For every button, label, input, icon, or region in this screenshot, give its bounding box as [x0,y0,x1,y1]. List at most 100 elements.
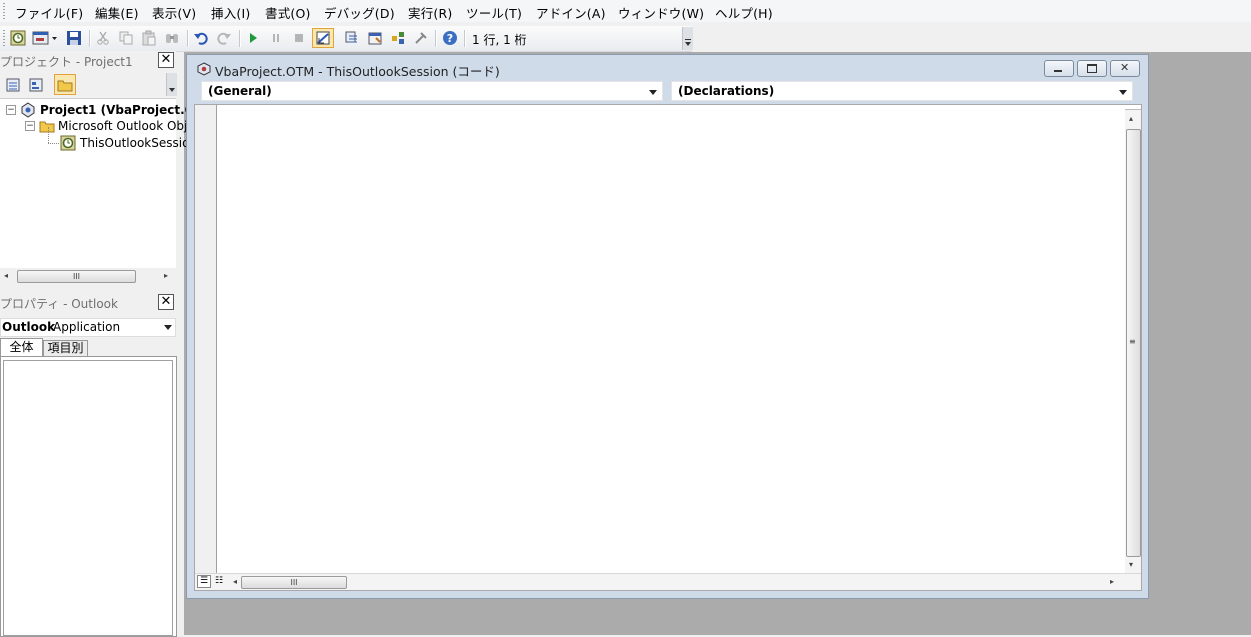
tree-connector [48,127,50,143]
properties-object-combo[interactable]: Outlook Application [0,318,176,337]
object-dropdown-value: (General) [208,84,272,98]
view-code-icon[interactable] [4,76,22,94]
run-icon[interactable] [244,29,262,47]
project-panel-toolbar [0,72,177,98]
minimize-button[interactable] [1044,60,1074,77]
code-window-icon [197,62,211,76]
scroll-left-icon[interactable]: ◂ [233,577,237,586]
object-dropdown[interactable]: (General) [201,81,663,101]
properties-panel-title: プロパティ - Outlook [0,297,118,311]
vba-project-icon [21,102,35,118]
properties-window-icon[interactable] [366,29,384,47]
project-panel-header: プロジェクト - Project1 ✕ [0,51,176,69]
folder-icon [39,121,55,133]
undo-icon[interactable] [192,29,210,47]
menu-run[interactable]: 実行(R) [408,3,452,22]
scroll-right-icon[interactable]: ▸ [1110,577,1114,586]
object-browser-icon[interactable] [389,29,407,47]
project-panel-title: プロジェクト - Project1 [0,55,133,69]
properties-grid-inner [3,360,173,636]
toolbar-separator [435,30,437,47]
tree-label: ThisOutlookSession [80,136,198,150]
toolbox-icon[interactable] [412,29,430,47]
paste-icon[interactable] [140,29,158,47]
chevron-down-icon [164,325,172,330]
margin-indicator-bar[interactable] [195,105,217,573]
menu-format[interactable]: 書式(O) [265,3,311,22]
restore-icon [1087,64,1097,73]
scroll-right-icon[interactable]: ▸ [164,271,168,280]
menu-help[interactable]: ヘルプ(H) [715,3,773,22]
close-icon[interactable]: ✕ [158,294,174,310]
tree-node-objects-folder[interactable]: − Microsoft Outlook Objects [25,119,212,133]
design-mode-icon[interactable] [312,28,334,48]
menu-debug[interactable]: デバッグ(D) [324,3,395,22]
standard-toolbar: ? 1 行, 1 桁 [0,26,693,52]
project-tree: − Project1 (VbaProject.OTM) − Microsoft … [0,98,220,269]
project-tree-hscrollbar[interactable]: ◂ III ▸ [0,268,176,284]
tree-node-thisoutlooksession[interactable]: ThisOutlookSession [60,135,197,151]
menu-window[interactable]: ウィンドウ(W) [618,3,704,22]
scroll-left-icon[interactable]: ◂ [4,271,8,280]
tree-connector [48,143,59,145]
menu-edit[interactable]: 編集(E) [95,3,139,22]
toolbar-separator [187,30,189,47]
outlook-session-icon [60,135,76,151]
cursor-position: 1 行, 1 桁 [472,33,527,47]
scroll-thumb[interactable]: III [17,270,136,283]
close-icon: ✕ [1120,61,1130,74]
toolbar-options-button[interactable] [682,27,693,50]
insert-userform-icon[interactable] [32,29,58,47]
view-object-icon[interactable] [27,76,45,94]
close-icon[interactable]: ✕ [158,52,174,68]
menu-addins[interactable]: アドイン(A) [536,3,606,22]
procedure-view-icon[interactable]: ☰ [197,575,211,588]
full-module-view-icon[interactable]: ☷ [212,575,226,588]
toolbar-separator [89,30,91,47]
object-name: Outlook [2,320,56,334]
collapse-icon[interactable]: − [25,121,35,131]
menu-file[interactable]: ファイル(F) [15,3,83,22]
break-icon[interactable] [267,29,285,47]
reset-icon[interactable] [290,29,308,47]
scroll-up-icon[interactable]: ▴ [1129,114,1133,123]
menu-view[interactable]: 表示(V) [152,3,196,22]
menu-tools[interactable]: ツール(T) [466,3,522,22]
properties-panel-header: プロパティ - Outlook ✕ [0,293,176,311]
menu-insert[interactable]: 挿入(I) [211,3,250,22]
svg-text:?: ? [447,32,453,45]
toolbar-grip[interactable] [3,30,5,47]
properties-grid [0,356,177,637]
minimize-icon [1054,70,1062,72]
copy-icon[interactable] [117,29,135,47]
tab-alphabetic[interactable]: 全体 [0,338,43,357]
chevron-down-icon [685,42,691,46]
code-editor[interactable]: ▴ ≡ ▾ ☰ ☷ ◂ III ▸ [194,104,1142,591]
help-icon[interactable]: ? [441,29,459,47]
project-explorer-icon[interactable] [343,29,361,47]
restore-button[interactable] [1077,60,1107,77]
code-window-title: VbaProject.OTM - ThisOutlookSession (コード… [215,64,500,79]
code-bottom-bar: ☰ ☷ ◂ III ▸ [195,573,1141,590]
chevron-down-icon [649,90,657,95]
procedure-dropdown[interactable]: (Declarations) [671,81,1133,101]
cut-icon[interactable] [94,29,112,47]
close-button[interactable]: ✕ [1110,60,1140,77]
redo-icon[interactable] [215,29,233,47]
code-vscrollbar[interactable]: ▴ ≡ ▾ [1125,105,1141,575]
collapse-icon[interactable]: − [6,105,16,115]
object-type: Application [53,320,121,334]
code-window: VbaProject.OTM - ThisOutlookSession (コード… [186,54,1149,599]
find-icon[interactable] [163,29,181,47]
toggle-folders-icon[interactable] [54,74,76,95]
scroll-thumb[interactable]: III [241,576,347,589]
chevron-down-icon [1119,90,1127,95]
save-icon[interactable] [65,29,83,47]
toolbar-separator [239,30,241,47]
toolbar-separator [464,30,466,47]
menu-bar-grip[interactable] [3,3,5,19]
outlook-icon[interactable] [9,29,27,47]
menu-bar: ファイル(F) 編集(E) 表示(V) 挿入(I) 書式(O) デバッグ(D) … [0,0,1251,22]
scroll-down-icon[interactable]: ▾ [1129,560,1133,569]
panel-toolbar-options[interactable] [166,73,177,96]
